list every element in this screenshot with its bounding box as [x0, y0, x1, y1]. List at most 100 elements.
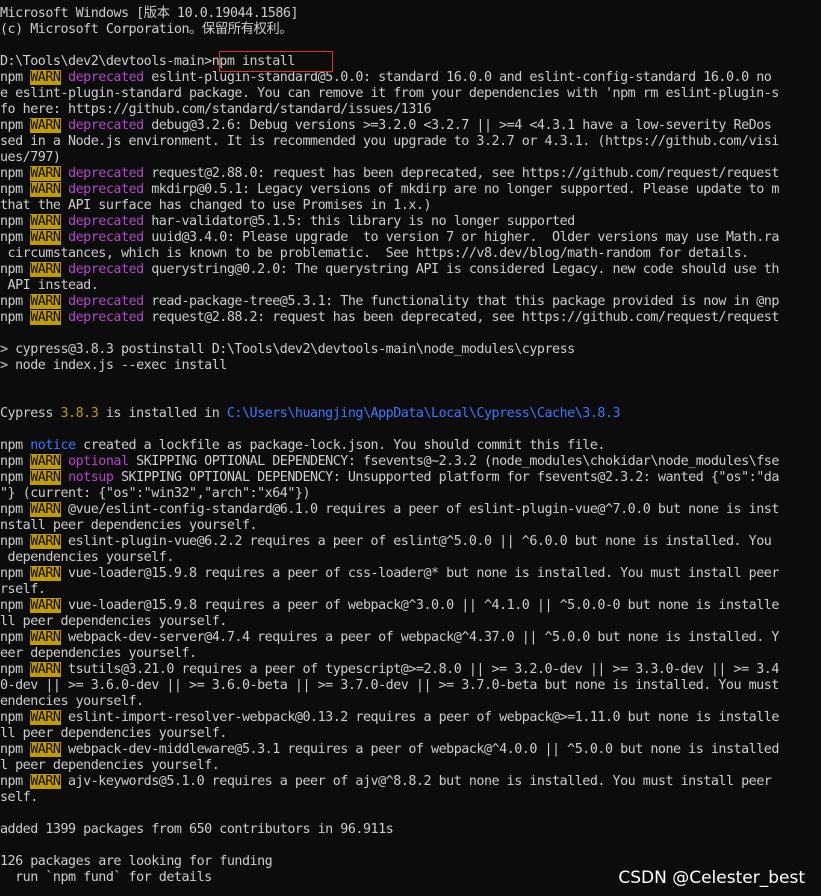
warn-badge: WARN — [30, 742, 61, 757]
warn-badge: WARN — [30, 214, 61, 229]
terminal-text: is installed in — [98, 406, 227, 421]
terminal-line: sed in a Node.js environment. It is reco… — [0, 134, 779, 150]
warn-badge: WARN — [30, 294, 61, 309]
terminal-text: nstall peer dependencies yourself. — [0, 518, 258, 533]
terminal-line: 0-dev || >= 3.6.0-dev || >= 3.6.0-beta |… — [0, 678, 779, 694]
terminal-line: self. — [0, 790, 38, 806]
warn-badge: WARN — [30, 710, 61, 725]
terminal-line: npm WARN deprecated querystring@0.2.0: T… — [0, 262, 779, 278]
warn-badge: WARN — [30, 598, 61, 613]
terminal-text: npm — [0, 310, 31, 325]
terminal-line: ll peer dependencies yourself. — [0, 726, 227, 742]
terminal-text: webpack-dev-middleware@5.3.1 requires a … — [60, 742, 779, 757]
terminal-text: npm — [0, 742, 31, 757]
log-level-label: deprecated — [68, 118, 144, 133]
terminal-line: npm WARN eslint-plugin-vue@6.2.2 require… — [0, 534, 772, 550]
terminal-text: npm — [0, 630, 31, 645]
warn-badge: WARN — [30, 502, 61, 517]
warn-badge: WARN — [30, 310, 61, 325]
terminal-line: ll peer dependencies yourself. — [0, 614, 227, 630]
terminal-text: ues/797) — [0, 150, 61, 165]
terminal-text: rself. — [0, 582, 46, 597]
terminal-text: eslint-import-resolver-webpack@0.13.2 re… — [60, 710, 779, 725]
terminal-text: self. — [0, 790, 38, 805]
terminal-text: tsutils@3.21.0 requires a peer of typesc… — [60, 662, 779, 677]
terminal-line: that the API surface has changed to use … — [0, 198, 432, 214]
terminal-line: npm WARN ajv-keywords@5.1.0 requires a p… — [0, 774, 772, 790]
terminal-line: npm WARN deprecated debug@3.2.6: Debug v… — [0, 118, 772, 134]
terminal-line: Cypress 3.8.3 is installed in C:\Users\h… — [0, 406, 621, 422]
log-level-label: optional — [68, 454, 129, 469]
terminal-line: npm WARN deprecated read-package-tree@5.… — [0, 294, 779, 310]
terminal-text: npm — [0, 598, 31, 613]
terminal-text: that the API surface has changed to use … — [0, 198, 432, 213]
terminal-line: API instead. — [0, 278, 99, 294]
warn-badge: WARN — [30, 454, 61, 469]
terminal-line: npm notice created a lockfile as package… — [0, 438, 605, 454]
terminal-text: npm — [0, 294, 31, 309]
terminal-text: vue-loader@15.9.8 requires a peer of css… — [60, 566, 779, 581]
terminal-line: "} (current: {"os":"win32","arch":"x64"}… — [0, 486, 311, 502]
warn-badge: WARN — [30, 230, 61, 245]
terminal-text: request@2.88.0: request has been depreca… — [143, 166, 779, 181]
terminal-line: l peer dependencies yourself. — [0, 758, 220, 774]
log-level-label: deprecated — [68, 294, 144, 309]
terminal-text: npm — [0, 262, 31, 277]
terminal-text: eslint-plugin-standard@5.0.0: standard 1… — [143, 70, 772, 85]
highlighted-path: notice — [30, 438, 76, 453]
terminal-text: npm — [0, 534, 31, 549]
terminal-text: fo here: https://github.com/standard/sta… — [0, 102, 432, 117]
warn-badge: WARN — [30, 534, 61, 549]
terminal-line: nstall peer dependencies yourself. — [0, 518, 258, 534]
highlighted-path: C:\Users\huangjing\AppData\Local\Cypress… — [226, 406, 621, 421]
terminal-text: run `npm fund` for details — [0, 870, 212, 885]
warn-badge: WARN — [30, 662, 61, 677]
terminal-text: created a lockfile as package-lock.json.… — [75, 438, 605, 453]
terminal-line: npm WARN deprecated request@2.88.2: requ… — [0, 310, 779, 326]
terminal-text: npm — [0, 70, 31, 85]
terminal-text: npm — [0, 454, 31, 469]
terminal-text: npm — [0, 182, 31, 197]
terminal-text: e eslint-plugin-standard package. You ca… — [0, 86, 779, 101]
terminal-text: debug@3.2.6: Debug versions >=3.2.0 <3.2… — [143, 118, 772, 133]
log-level-label: notsup — [68, 470, 114, 485]
warn-badge: WARN — [30, 182, 61, 197]
terminal-line: fo here: https://github.com/standard/sta… — [0, 102, 432, 118]
terminal-text: SKIPPING OPTIONAL DEPENDENCY: Unsupporte… — [113, 470, 779, 485]
log-level-label: deprecated — [68, 214, 144, 229]
terminal-line: npm WARN tsutils@3.21.0 requires a peer … — [0, 662, 779, 678]
terminal-line: npm WARN @vue/eslint-config-standard@6.1… — [0, 502, 779, 518]
terminal-line: Microsoft Windows [版本 10.0.19044.1586] — [0, 6, 299, 22]
terminal-text: npm — [0, 502, 31, 517]
terminal-line: run `npm fund` for details — [0, 870, 212, 886]
terminal-text: uuid@3.4.0: Please upgrade to version 7 … — [143, 230, 779, 245]
terminal-text: endencies yourself. — [0, 694, 144, 709]
terminal-line: rself. — [0, 582, 46, 598]
terminal-text: Cypress — [0, 406, 61, 421]
terminal-text: npm — [0, 566, 31, 581]
terminal-line: npm WARN deprecated request@2.88.0: requ… — [0, 166, 779, 182]
terminal-text: npm — [0, 470, 31, 485]
terminal-text: npm — [0, 774, 31, 789]
warn-badge: WARN — [30, 566, 61, 581]
log-level-label: deprecated — [68, 262, 144, 277]
terminal-line: npm WARN notsup SKIPPING OPTIONAL DEPEND… — [0, 470, 779, 486]
warn-badge: WARN — [30, 70, 61, 85]
terminal-text: ajv-keywords@5.1.0 requires a peer of aj… — [60, 774, 772, 789]
terminal-text: added 1399 packages from 650 contributor… — [0, 822, 394, 837]
terminal-text: mkdirp@0.5.1: Legacy versions of mkdirp … — [143, 182, 779, 197]
terminal-output[interactable]: Microsoft Windows [版本 10.0.19044.1586] (c… — [0, 0, 821, 896]
terminal-line: npm WARN vue-loader@15.9.8 requires a pe… — [0, 598, 779, 614]
log-level-label: deprecated — [68, 182, 144, 197]
terminal-text: npm — [0, 230, 31, 245]
warn-badge: WARN — [30, 166, 61, 181]
terminal-line: npm WARN webpack-dev-server@4.7.4 requir… — [0, 630, 779, 646]
terminal-text: npm — [0, 438, 31, 453]
terminal-text: har-validator@5.1.5: this library is no … — [143, 214, 575, 229]
